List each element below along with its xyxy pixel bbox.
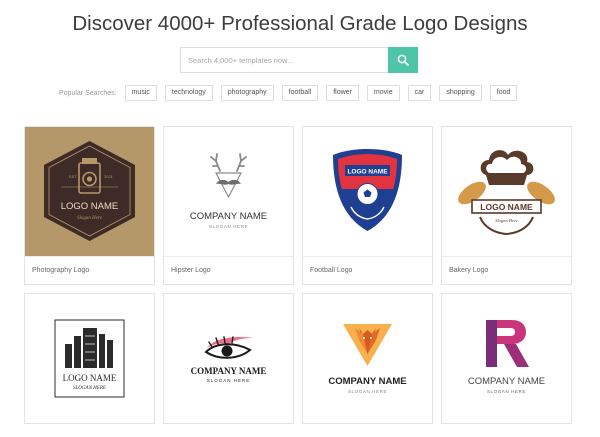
logo-slogan: SLOGAN HERE <box>207 378 251 383</box>
tag-food[interactable]: food <box>489 85 518 101</box>
logo-slogan: SLOGAN HERE <box>348 389 387 394</box>
badge-year: 2021 <box>104 174 114 179</box>
tag-music[interactable]: music <box>124 85 157 101</box>
logo-card-eye[interactable]: COMPANY NAME SLOGAN HERE <box>163 293 294 424</box>
tag-car[interactable]: car <box>407 85 432 101</box>
soccer-shield-icon: LOGO NAME <box>333 149 402 231</box>
company-name: COMPANY NAME <box>191 366 267 376</box>
page-title: Discover 4000+ Professional Grade Logo D… <box>72 12 528 35</box>
logo-name: LOGO NAME <box>61 201 119 212</box>
logo-slogan: SLOGAN HERE <box>73 386 106 391</box>
fox-triangle-icon: COMPANY NAME SLOGAN HERE <box>328 324 407 394</box>
logo-slogan: Slogan Here <box>495 218 517 223</box>
tag-shopping[interactable]: shopping <box>439 85 482 101</box>
logo-card-building[interactable]: LOGO NAME SLOGAN HERE <box>24 293 155 424</box>
logo-name: LOGO NAME <box>63 373 117 383</box>
logo-thumbnail[interactable]: COMPANY NAME SLOGAN HERE <box>164 294 293 423</box>
search-button[interactable] <box>388 47 418 73</box>
eye-lash-icon: COMPANY NAME SLOGAN HERE <box>191 336 267 383</box>
logo-name: LOGO NAME <box>347 169 388 176</box>
logo-card-hipster[interactable]: COMPANY NAME SLOGAN HERE Hipster Logo <box>163 126 294 285</box>
logo-thumbnail[interactable]: LOGO NAME Slogan Here <box>442 127 571 256</box>
logo-thumbnail[interactable]: COMPANY NAME SLOGAN HERE <box>303 294 432 423</box>
company-name: COMPANY NAME <box>328 376 406 387</box>
camera-badge-icon: EST 2021 LOGO NAME Slogan Here <box>44 141 135 241</box>
badge-est: EST <box>69 174 77 179</box>
company-name: COMPANY NAME <box>468 376 545 387</box>
letter-r-icon: COMPANY NAME SLOGAN HERE <box>468 320 545 394</box>
logo-slogan: SLOGAN HERE <box>487 389 526 394</box>
popular-searches-label: Popular Searches: <box>59 89 117 97</box>
search-input[interactable] <box>180 47 388 73</box>
building-icon: LOGO NAME SLOGAN HERE <box>54 319 125 398</box>
logo-card-letter-r[interactable]: COMPANY NAME SLOGAN HERE <box>441 293 572 424</box>
logo-caption: Photography Logo <box>25 256 154 284</box>
logo-thumbnail[interactable]: COMPANY NAME SLOGAN HERE <box>164 127 293 256</box>
logo-slogan: SLOGAN HERE <box>209 224 248 229</box>
logo-thumbnail[interactable]: EST 2021 LOGO NAME Slogan Here <box>25 127 154 256</box>
company-name: COMPANY NAME <box>190 211 267 222</box>
logo-card-bakery[interactable]: LOGO NAME Slogan Here Bakery Logo <box>441 126 572 285</box>
logo-caption: Football Logo <box>303 256 432 284</box>
search-icon <box>397 54 409 66</box>
tag-technology[interactable]: technology <box>164 85 213 101</box>
logo-card-photography[interactable]: EST 2021 LOGO NAME Slogan Here Photograp… <box>24 126 155 285</box>
tag-flower[interactable]: flower <box>326 85 359 101</box>
chef-hat-bread-icon: LOGO NAME Slogan Here <box>458 150 555 236</box>
logo-thumbnail[interactable]: COMPANY NAME SLOGAN HERE <box>442 294 571 423</box>
logo-thumbnail[interactable]: LOGO NAME SLOGAN HERE <box>25 294 154 423</box>
logo-card-football[interactable]: LOGO NAME Football Logo <box>302 126 433 285</box>
tag-football[interactable]: football <box>281 85 319 101</box>
logo-caption: Bakery Logo <box>442 256 571 284</box>
logo-name: LOGO NAME <box>480 202 533 212</box>
logo-card-fox[interactable]: COMPANY NAME SLOGAN HERE <box>302 293 433 424</box>
tag-photography[interactable]: photography <box>220 85 274 101</box>
search-bar <box>180 47 418 73</box>
logo-slogan: Slogan Here <box>77 216 103 221</box>
antler-mustache-icon: COMPANY NAME SLOGAN HERE <box>190 153 267 229</box>
logo-thumbnail[interactable]: LOGO NAME <box>303 127 432 256</box>
tag-movie[interactable]: movie <box>366 85 400 101</box>
logo-caption: Hipster Logo <box>164 256 293 284</box>
popular-searches: Popular Searches: music technology photo… <box>59 85 525 101</box>
